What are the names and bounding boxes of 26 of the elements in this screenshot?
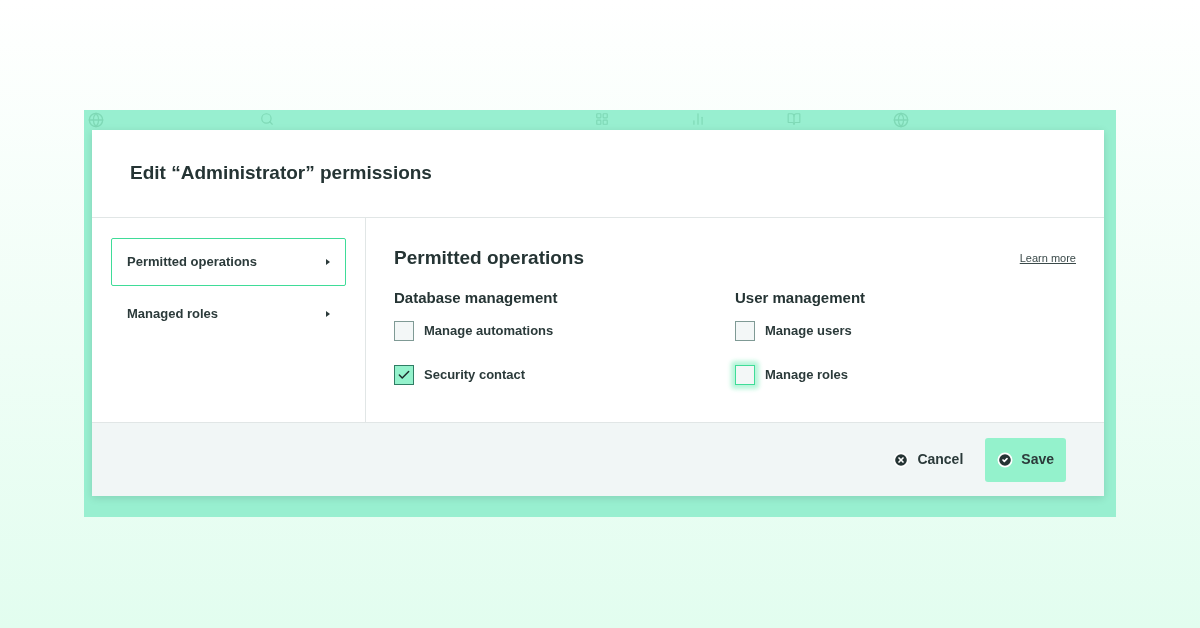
logo-icon (88, 112, 104, 128)
checkbox-label: Manage users (765, 322, 852, 341)
checkbox-label: Manage automations (424, 322, 554, 341)
dialog-title: Edit “Administrator” permissions (130, 161, 432, 186)
checkbox-label: Manage roles (765, 366, 849, 385)
group-title: Database management (394, 287, 559, 308)
checkbox[interactable] (394, 321, 414, 341)
group-title: User management (735, 287, 867, 308)
learn-more-link[interactable]: Learn more (1019, 250, 1076, 267)
nav-item[interactable]: Permitted operations (111, 238, 346, 286)
globe-icon[interactable] (893, 112, 909, 128)
caret-icon (326, 311, 330, 317)
caret-icon (326, 259, 330, 265)
close-icon (893, 451, 910, 468)
search-icon (260, 112, 274, 126)
checkbox[interactable] (735, 321, 755, 341)
nav-item[interactable]: Managed roles (111, 290, 346, 338)
checkbox-label: Security contact (424, 366, 526, 385)
section-heading: Permitted operations (394, 246, 585, 270)
save-button[interactable]: Save (985, 437, 1066, 482)
grid-icon[interactable] (595, 112, 609, 126)
book-icon[interactable] (787, 112, 801, 126)
cancel-button[interactable]: Cancel (891, 437, 966, 482)
check-icon (397, 368, 411, 382)
check-circle-icon (997, 451, 1014, 468)
checkbox[interactable] (394, 365, 414, 385)
